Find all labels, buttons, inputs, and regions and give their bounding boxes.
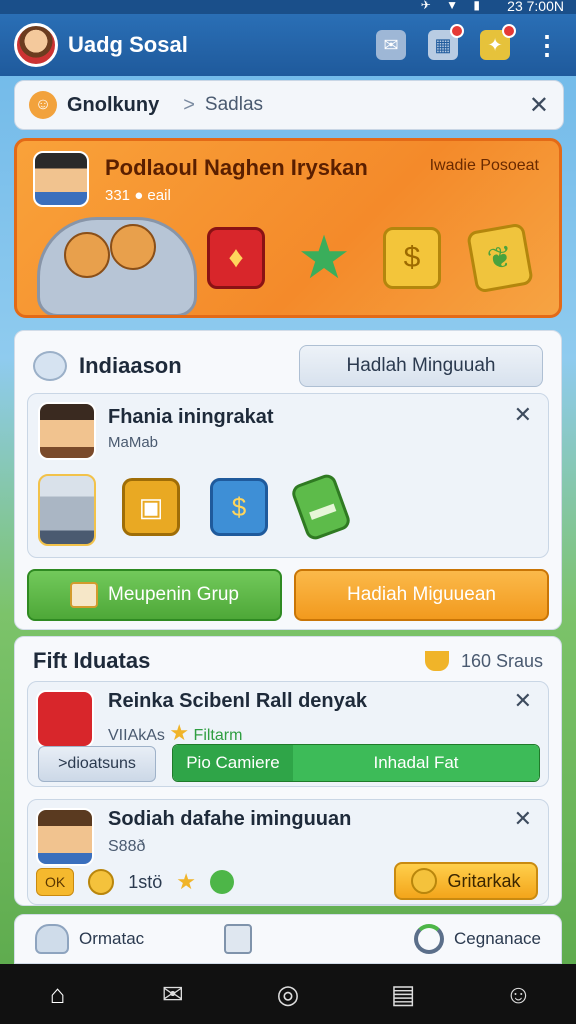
home-icon[interactable]: ⌂: [42, 978, 74, 1010]
user-thumbnail: [36, 808, 94, 866]
mascot-illustration: [37, 217, 197, 315]
box-icon: [70, 582, 99, 608]
subtitle-accent: Filtarm: [193, 727, 243, 744]
gift-list-panel: Fift Iduatas 160 Sraus Reinka Scibenl Ra…: [14, 636, 562, 906]
list-item-title: Reinka Scibenl Rall denyak: [108, 690, 367, 712]
points-value: 160 Sraus: [460, 650, 543, 671]
calendar-icon[interactable]: ▦: [428, 24, 464, 60]
puzzle-icon[interactable]: ✦: [480, 24, 516, 60]
list-item[interactable]: Reinka Scibenl Rall denyak VIIAkAs ★ Fil…: [27, 681, 549, 787]
mascot-face: [110, 224, 156, 270]
bottom-left-item[interactable]: Ormatac: [35, 924, 144, 954]
star-icon: ★: [169, 720, 190, 745]
green-badge-icon: [210, 870, 234, 894]
ghost-icon: [35, 924, 69, 954]
reward-summary: OK 1stö ★: [36, 868, 234, 896]
list-item-title: Sodiah dafahe iminguuan: [108, 808, 352, 830]
close-icon[interactable]: ✕: [529, 91, 549, 120]
bottom-panel-bar: Ormatac Cegnanace: [14, 914, 562, 964]
gift-box-icon[interactable]: ♦: [207, 227, 265, 289]
avatar[interactable]: [14, 23, 58, 67]
star-icon[interactable]: ★: [295, 224, 353, 291]
promo-banner[interactable]: Podlaoul Naghen Iryskan Iwadie Posoeat 3…: [14, 138, 562, 318]
status-icons: ✈ ▼ ▮: [420, 0, 486, 12]
trophy-icon[interactable]: $: [383, 227, 441, 289]
banner-avatar: [33, 151, 89, 207]
panel-actions: Meupenin Grup Hadiah Miguuean: [27, 569, 549, 621]
trophy-icon: [424, 651, 449, 671]
claim-label: Gritarkak: [447, 870, 521, 891]
status-bar: ✈ ▼ ▮ 23 7:00N: [0, 0, 576, 14]
profile-icon[interactable]: ☺: [502, 978, 534, 1010]
star-icon: ★: [176, 869, 196, 894]
split-right-button[interactable]: Inhadal Fat: [293, 745, 539, 781]
treasure-chest-icon[interactable]: ▣: [122, 478, 180, 536]
gnome-icon: ☺: [29, 91, 57, 119]
app-header: Uadg Sosal ✉ ▦ ✦ ⋮: [0, 14, 576, 76]
claim-button[interactable]: Gritarkak: [394, 862, 538, 900]
split-button: Pio Camiere Inhadal Fat: [172, 744, 540, 782]
more-options-icon[interactable]: ⋮: [532, 30, 562, 60]
invitation-panel: Indiaason Hadlah Minguuah Fhania iningra…: [14, 330, 562, 630]
chat-bubble-icon: [33, 351, 67, 381]
details-button[interactable]: >dioatsuns: [38, 746, 156, 782]
bottom-right-label: Cegnanace: [454, 929, 541, 948]
bottom-left-label: Ormatac: [79, 929, 145, 948]
status-time: 23 7:00N: [507, 0, 564, 14]
notification-badge: [450, 24, 464, 38]
mail-icon[interactable]: ✉: [157, 978, 189, 1010]
close-icon[interactable]: ✕: [514, 806, 532, 832]
banner-stats: 331 ● eail: [105, 187, 171, 204]
subtitle-prefix: VIIAkAs: [108, 727, 165, 744]
header-actions: ✉ ▦ ✦ ⋮: [376, 24, 562, 60]
circle-icon[interactable]: ◎: [272, 978, 304, 1010]
close-icon[interactable]: ✕: [514, 688, 532, 714]
chevron-right-icon: >: [183, 93, 195, 116]
leaf-chest-icon[interactable]: ❦: [466, 222, 534, 294]
clipboard-icon[interactable]: [224, 924, 253, 954]
panel-title: Indiaason: [79, 353, 182, 378]
join-group-button[interactable]: Meupenin Grup: [27, 569, 282, 621]
ok-chip[interactable]: OK: [36, 868, 75, 896]
weekly-gift-button[interactable]: Hadlah Minguuah: [299, 345, 543, 387]
breadcrumb-sub[interactable]: Sadlas: [205, 94, 263, 116]
breadcrumb-main[interactable]: Gnolkuny: [67, 94, 159, 117]
list-item-subtitle: VIIAkAs ★ Filtarm: [108, 720, 242, 746]
panel-header: Indiaason Hadlah Minguuah: [33, 341, 543, 391]
list-item-subtitle: S88ð: [108, 838, 146, 855]
weekly-reward-button[interactable]: Hadiah Miguuean: [294, 569, 549, 621]
blue-chest-icon[interactable]: $: [210, 478, 268, 536]
coin-icon: [88, 869, 115, 895]
panel-header: Fift Iduatas 160 Sraus: [33, 643, 543, 679]
card-rewards: ▣ $ ▬: [122, 471, 353, 543]
close-icon[interactable]: ✕: [514, 402, 532, 428]
app-title: Uadg Sosal: [68, 32, 188, 57]
bottom-navigation: ⌂ ✉ ◎ ▤ ☺: [0, 964, 576, 1024]
refresh-icon: [414, 924, 445, 954]
friend-card[interactable]: Fhania iningrakat MaMab ✕ ▣ $ ▬: [27, 393, 549, 558]
banner-title: Podlaoul Naghen Iryskan: [105, 155, 368, 180]
gift-icon[interactable]: ✉: [376, 30, 406, 60]
friend-card-subtitle: MaMab: [108, 434, 159, 451]
gift-box-thumbnail: [36, 690, 94, 748]
friend-avatar: [38, 402, 96, 460]
split-left-button[interactable]: Pio Camiere: [173, 745, 293, 781]
mascot-face: [64, 232, 110, 278]
banner-rewards: ♦ ★ $ ❦: [207, 222, 534, 294]
friend-card-title: Fhania iningrakat: [108, 406, 274, 428]
bottom-right-item[interactable]: Cegnanace: [414, 924, 541, 954]
coin-amount: 1stö: [128, 871, 163, 892]
notification-badge: [502, 24, 516, 38]
points-display: 160 Sraus: [424, 650, 543, 672]
join-group-label: Meupenin Grup: [108, 584, 239, 605]
robot-avatar: [38, 474, 96, 546]
cards-icon[interactable]: ▤: [387, 978, 419, 1010]
coin-icon: [411, 868, 438, 894]
banner-right-text: Iwadie Posoeat: [429, 157, 539, 174]
breadcrumb-bar[interactable]: ☺ Gnolkuny > Sadlas ✕: [14, 80, 564, 130]
panel-title: Fift Iduatas: [33, 648, 151, 673]
list-item[interactable]: Sodiah dafahe iminguuan S88ð ✕ OK 1stö ★…: [27, 799, 549, 905]
scroll-icon[interactable]: ▬: [289, 471, 353, 543]
